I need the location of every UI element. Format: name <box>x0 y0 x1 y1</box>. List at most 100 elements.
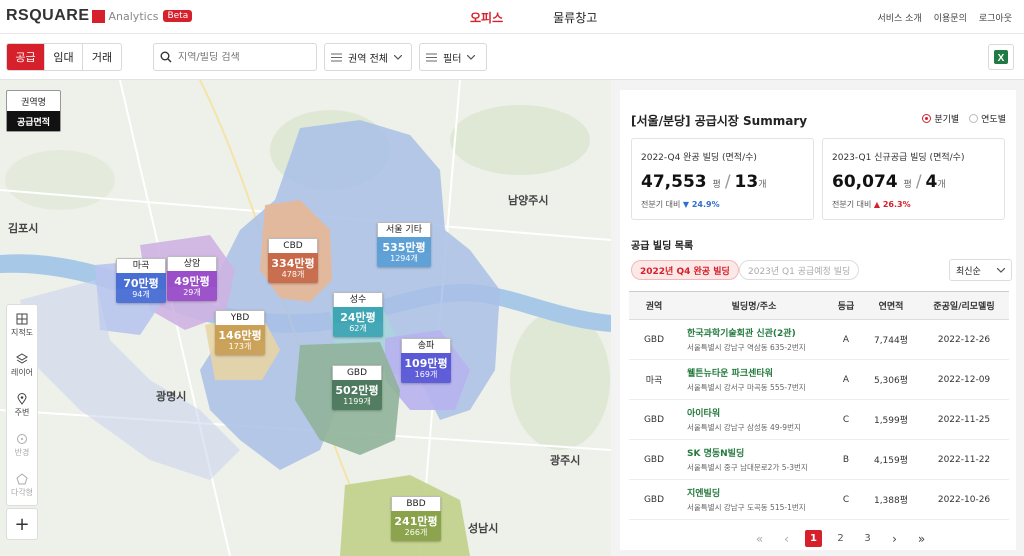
cell-building: 지엔빌딩 서울특별시 강남구 도곡동 515-1번지 <box>679 479 829 520</box>
nav-logistics[interactable]: 물류창고 <box>553 9 597 26</box>
cell-region: GBD <box>629 439 679 480</box>
first-page-icon[interactable]: « <box>751 530 768 547</box>
region-marker-seongsu[interactable]: 성수 24만평 62개 <box>333 292 383 337</box>
region-marker-cbd[interactable]: CBD 334만평 478개 <box>268 238 318 283</box>
table-row[interactable]: GBD SK 명동N빌딩 서울특별시 중구 남대문로2가 5-3번지 B 4,15… <box>629 439 1009 480</box>
building-name[interactable]: 지엔빌딩 <box>687 486 829 499</box>
col-date[interactable]: 준공일/리모델링 <box>919 291 1009 320</box>
stat-area-unit: 평 <box>903 180 912 190</box>
layer-option-supply-area[interactable]: 공급면적 <box>7 111 60 131</box>
marker-count: 1199개 <box>332 396 382 410</box>
table-row[interactable]: GBD 한국과학기술회관 신관(2관) 서울특별시 강남구 역삼동 635-2번지… <box>629 319 1009 360</box>
polygon-icon <box>16 472 28 484</box>
marker-name: 서울 기타 <box>377 222 431 237</box>
col-grade[interactable]: 등급 <box>829 291 863 320</box>
tool-label: 다각형 <box>10 487 34 497</box>
cell-building: 웰튼뉴타운 파크센타워 서울특별시 강서구 마곡동 555-7번지 <box>679 359 829 400</box>
marker-name: 성수 <box>333 292 383 307</box>
excel-icon: X <box>994 50 1008 64</box>
search-icon <box>160 51 172 63</box>
radio-yearly[interactable]: 연도별 <box>969 112 1006 125</box>
marker-count: 1294개 <box>377 253 431 267</box>
region-marker-ybd[interactable]: YBD 146만평 173개 <box>215 310 265 355</box>
search-input[interactable] <box>178 51 308 63</box>
link-inquiry[interactable]: 이용문의 <box>934 11 967 24</box>
segment-trade[interactable]: 거래 <box>83 44 121 70</box>
filter-dropdown[interactable]: 필터 <box>419 43 487 71</box>
cell-region: GBD <box>629 479 679 520</box>
cell-area: 5,306평 <box>863 359 919 400</box>
tool-label: 레이어 <box>10 367 34 377</box>
cell-date: 2022-12-09 <box>919 359 1009 400</box>
search-box[interactable] <box>153 43 317 71</box>
chevron-down-icon <box>467 54 476 60</box>
deal-type-segment: 공급 임대 거래 <box>6 43 122 71</box>
page-2[interactable]: 2 <box>832 530 849 547</box>
chip-2022q4-completed[interactable]: 2022년 Q4 완공 빌딩 <box>631 260 739 280</box>
cell-date: 2022-11-22 <box>919 439 1009 480</box>
cell-area: 4,159평 <box>863 439 919 480</box>
change-value-down: ▼ 24.9% <box>682 200 720 209</box>
tool-label: 지적도 <box>10 327 34 337</box>
region-marker-sangam[interactable]: 상암 49만평 29개 <box>167 256 217 301</box>
cell-building: 아이타워 서울특별시 강남구 삼성동 49-9번지 <box>679 399 829 440</box>
region-marker-songpa[interactable]: 송파 109만평 169개 <box>401 338 451 383</box>
panel-title: [서울/분당] 공급시장 Summary <box>631 114 808 128</box>
tool-layer[interactable]: 레이어 <box>7 345 37 385</box>
region-marker-seoul-other[interactable]: 서울 기타 535만평 1294개 <box>377 222 431 267</box>
sort-dropdown[interactable]: 최신순 <box>949 259 1012 281</box>
tool-nearby[interactable]: 주변 <box>7 385 37 425</box>
place-label: 광명시 <box>156 390 187 403</box>
marker-count: 173개 <box>215 341 265 355</box>
stat-count-unit: 개 <box>758 180 767 190</box>
building-name[interactable]: SK 명동N빌딩 <box>687 446 829 459</box>
region-marker-bbd[interactable]: BBD 241만평 266개 <box>391 496 441 541</box>
change-label: 전분기 대비 <box>641 200 681 209</box>
prev-page-icon[interactable]: ‹ <box>778 530 795 547</box>
change-label: 전분기 대비 <box>832 200 872 209</box>
tool-cadastral[interactable]: 지적도 <box>7 305 37 345</box>
map-layer-toggle: 권역명 공급면적 <box>6 90 61 132</box>
table-row[interactable]: GBD 아이타워 서울특별시 강남구 삼성동 49-9번지 C 1,599평 20… <box>629 399 1009 440</box>
marker-value: 24만평 <box>333 307 383 324</box>
col-region[interactable]: 권역 <box>629 291 679 320</box>
col-building[interactable]: 빌딩명/주소 <box>679 291 829 320</box>
chevron-down-icon <box>393 54 402 60</box>
map-tool-panel: 지적도 레이어 주변 반경 다각형 <box>6 304 38 506</box>
tool-radius[interactable]: 반경 <box>7 425 37 465</box>
map-area[interactable]: 김포시 남양주시 광명시 광주시 성남시 권역명 공급면적 마곡 70만평 94… <box>0 80 611 556</box>
cell-building: 한국과학기술회관 신관(2관) 서울특별시 강남구 역삼동 635-2번지 <box>679 319 829 360</box>
zoom-in-button[interactable]: + <box>6 508 38 540</box>
region-marker-magok[interactable]: 마곡 70만평 94개 <box>116 258 166 303</box>
page-1[interactable]: 1 <box>805 530 822 547</box>
segment-supply[interactable]: 공급 <box>7 44 45 70</box>
marker-name: YBD <box>215 310 265 325</box>
radio-quarterly[interactable]: 분기별 <box>922 112 959 125</box>
table-row[interactable]: GBD 지엔빌딩 서울특별시 강남구 도곡동 515-1번지 C 1,388평 2… <box>629 479 1009 520</box>
filter-dropdown-label: 필터 <box>443 53 462 65</box>
excel-download-button[interactable]: X <box>988 44 1014 70</box>
layer-option-region-name[interactable]: 권역명 <box>7 91 60 111</box>
next-page-icon[interactable]: › <box>886 530 903 547</box>
region-dropdown[interactable]: 권역 전체 <box>324 43 412 71</box>
page-3[interactable]: 3 <box>859 530 876 547</box>
tool-polygon[interactable]: 다각형 <box>7 465 37 505</box>
chip-2023q1-planned[interactable]: 2023년 Q1 공급예정 빌딩 <box>739 260 860 280</box>
building-name[interactable]: 웰튼뉴타운 파크센타워 <box>687 366 829 379</box>
logo-wordmark: RSQUARE <box>6 7 90 24</box>
last-page-icon[interactable]: » <box>913 530 930 547</box>
brand-logo[interactable]: RSQUARE Analytics Beta <box>6 7 193 25</box>
marker-value: 70만평 <box>116 273 166 290</box>
col-area[interactable]: 연면적 <box>863 291 919 320</box>
nav-office[interactable]: 오피스 <box>470 9 503 26</box>
region-marker-gbd[interactable]: GBD 502만평 1199개 <box>332 365 382 410</box>
link-logout[interactable]: 로그아웃 <box>979 11 1012 24</box>
place-label: 김포시 <box>8 222 39 235</box>
building-name[interactable]: 한국과학기술회관 신관(2관) <box>687 326 829 339</box>
radius-icon <box>17 433 27 444</box>
building-name[interactable]: 아이타워 <box>687 406 829 419</box>
stat-change: 전분기 대비 ▲ 26.3% <box>832 199 911 210</box>
segment-lease[interactable]: 임대 <box>45 44 83 70</box>
link-service-intro[interactable]: 서비스 소개 <box>877 11 921 24</box>
table-row[interactable]: 마곡 웰튼뉴타운 파크센타워 서울특별시 강서구 마곡동 555-7번지 A 5,… <box>629 359 1009 400</box>
